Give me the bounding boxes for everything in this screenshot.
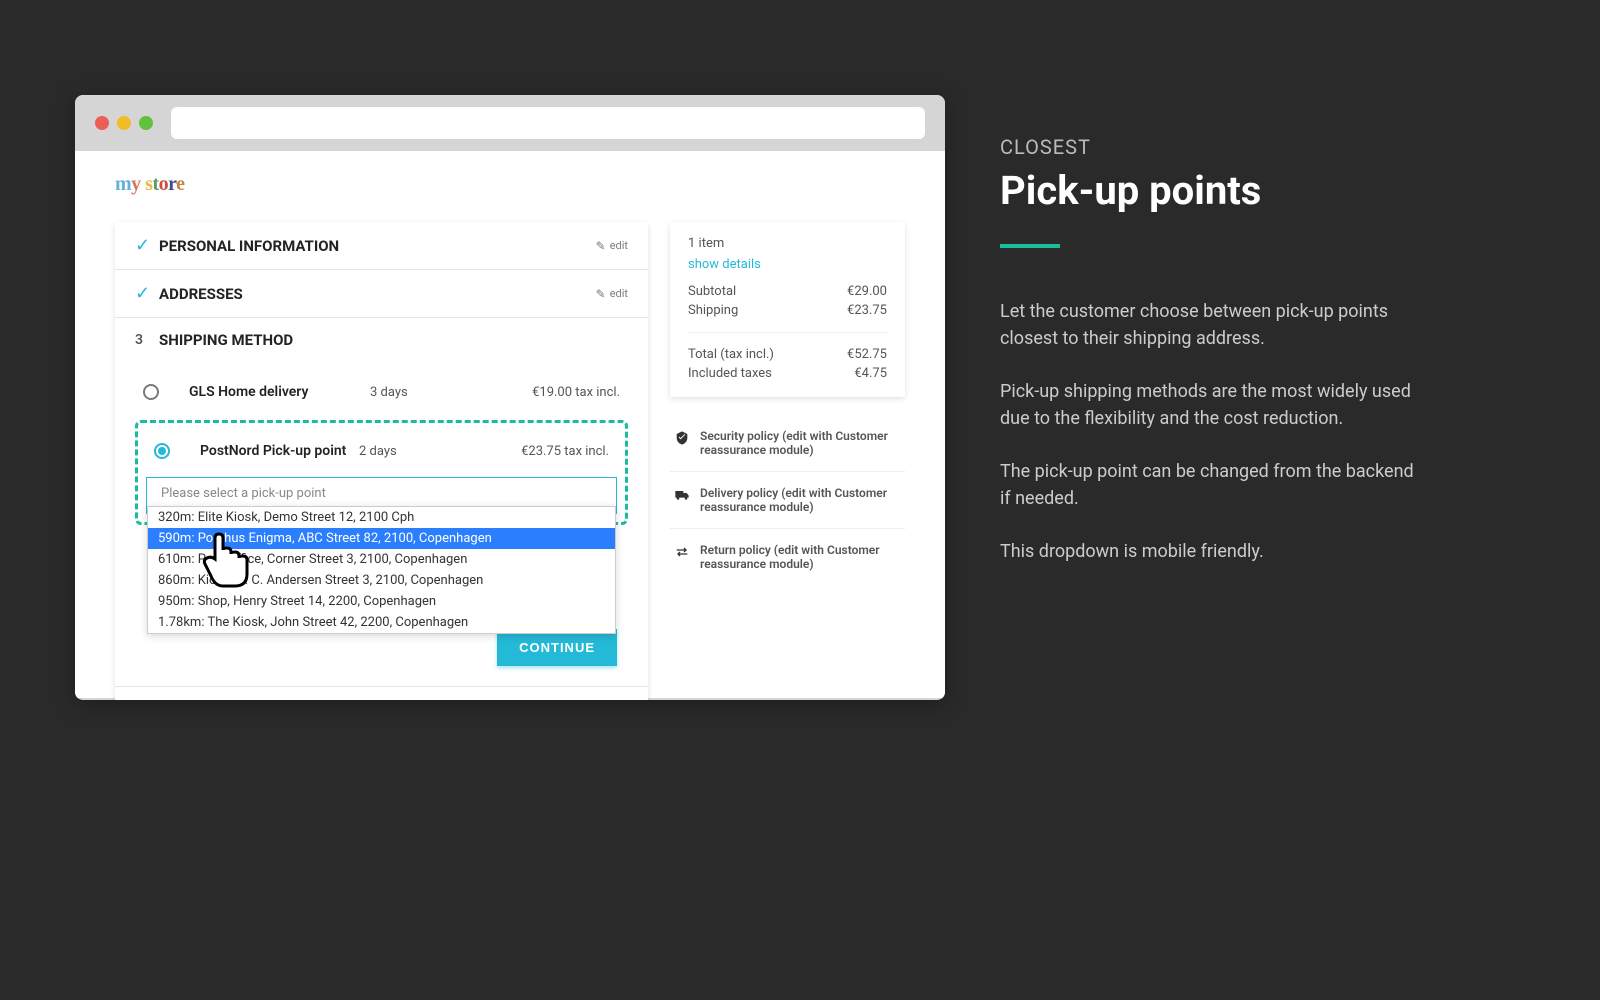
pickup-option[interactable]: 950m: Shop, Henry Street 14, 2200, Copen… [148,591,615,612]
shipping-option-postnord[interactable]: PostNord Pick-up point 2 days €23.75 tax… [146,431,617,471]
step-personal[interactable]: ✓ PERSONAL INFORMATION edit [115,222,648,270]
step-addresses[interactable]: ✓ ADDRESSES edit [115,270,648,318]
step-title: SHIPPING METHOD [159,331,628,349]
check-icon: ✓ [135,235,159,256]
close-icon[interactable] [95,116,109,130]
order-summary: 1 item show details Subtotal€29.00Shippi… [670,222,905,397]
show-details-link[interactable]: show details [688,257,887,272]
checkout-main: ✓ PERSONAL INFORMATION edit ✓ ADDRESSES … [115,222,648,700]
summary-total-row: Total (tax incl.)€52.75 [688,345,887,364]
continue-button[interactable]: CONTINUE [497,629,617,666]
shipping-name: PostNord Pick-up point [200,443,359,459]
pickup-option[interactable]: 860m: Kiosk, H. C. Andersen Street 3, 21… [148,570,615,591]
summary-row: Subtotal€29.00 [688,282,887,301]
step-title: PERSONAL INFORMATION [159,237,596,255]
step-title: ADDRESSES [159,285,596,303]
policy-text: Return policy (edit with Customer reassu… [700,543,901,571]
step-shipping: 3 SHIPPING METHOD GLS Home delivery 3 da… [115,318,648,687]
edit-link[interactable]: edit [596,287,628,301]
summary-items: 1 item [688,236,887,251]
pickup-option[interactable]: 610m: Post Office, Corner Street 3, 2100… [148,549,615,570]
eyebrow: CLOSEST [1000,135,1420,159]
page-content: my store ✓ PERSONAL INFORMATION edit ✓ [75,151,945,698]
shipping-name: GLS Home delivery [189,384,370,400]
minimize-icon[interactable] [117,116,131,130]
shipping-days: 2 days [359,444,489,459]
policy-list: Security policy (edit with Customer reas… [670,415,905,585]
feature-paragraph: The pick-up point can be changed from th… [1000,458,1420,512]
radio-icon[interactable] [154,443,170,459]
browser-window: my store ✓ PERSONAL INFORMATION edit ✓ [75,95,945,700]
policy-item[interactable]: Security policy (edit with Customer reas… [670,415,905,472]
maximize-icon[interactable] [139,116,153,130]
policy-item[interactable]: Return policy (edit with Customer reassu… [670,529,905,585]
summary-row: Shipping€23.75 [688,301,887,320]
underline-decoration [1000,244,1060,248]
pickup-option[interactable]: 590m: Posthus Enigma, ABC Street 82, 210… [148,528,615,549]
pickup-dropdown[interactable]: Please select a pick-up point 320m: Elit… [146,477,617,514]
swap-icon [674,544,690,563]
shipping-price: €23.75 tax incl. [489,444,609,459]
check-icon: ✓ [135,283,159,304]
pickup-options-list: 320m: Elite Kiosk, Demo Street 12, 2100 … [147,506,616,634]
shield-icon [674,430,690,449]
shipping-option-gls[interactable]: GLS Home delivery 3 days €19.00 tax incl… [135,372,628,412]
url-bar[interactable] [171,107,925,139]
store-logo[interactable]: my store [115,173,905,196]
pickup-option[interactable]: 320m: Elite Kiosk, Demo Street 12, 2100 … [148,507,615,528]
policy-text: Security policy (edit with Customer reas… [700,429,901,457]
dropdown-placeholder: Please select a pick-up point [161,486,602,505]
step-number: 3 [135,332,159,348]
browser-titlebar [75,95,945,151]
policy-item[interactable]: Delivery policy (edit with Customer reas… [670,472,905,529]
feature-paragraph: Let the customer choose between pick-up … [1000,298,1420,352]
pickup-option[interactable]: 1.78km: The Kiosk, John Street 42, 2200,… [148,612,615,633]
step-payment[interactable]: 4 PAYMENT [115,687,648,700]
truck-icon [674,487,690,506]
summary-total-row: Included taxes€4.75 [688,364,887,383]
feature-paragraph: Pick-up shipping methods are the most wi… [1000,378,1420,432]
shipping-days: 3 days [370,385,500,400]
shipping-price: €19.00 tax incl. [500,385,620,400]
policy-text: Delivery policy (edit with Customer reas… [700,486,901,514]
edit-link[interactable]: edit [596,239,628,253]
radio-icon[interactable] [143,384,159,400]
checkout-sidebar: 1 item show details Subtotal€29.00Shippi… [670,222,905,700]
feature-paragraph: This dropdown is mobile friendly. [1000,538,1420,565]
side-title: Pick-up points [1000,167,1420,214]
feature-description: CLOSEST Pick-up points Let the customer … [1000,95,1420,700]
